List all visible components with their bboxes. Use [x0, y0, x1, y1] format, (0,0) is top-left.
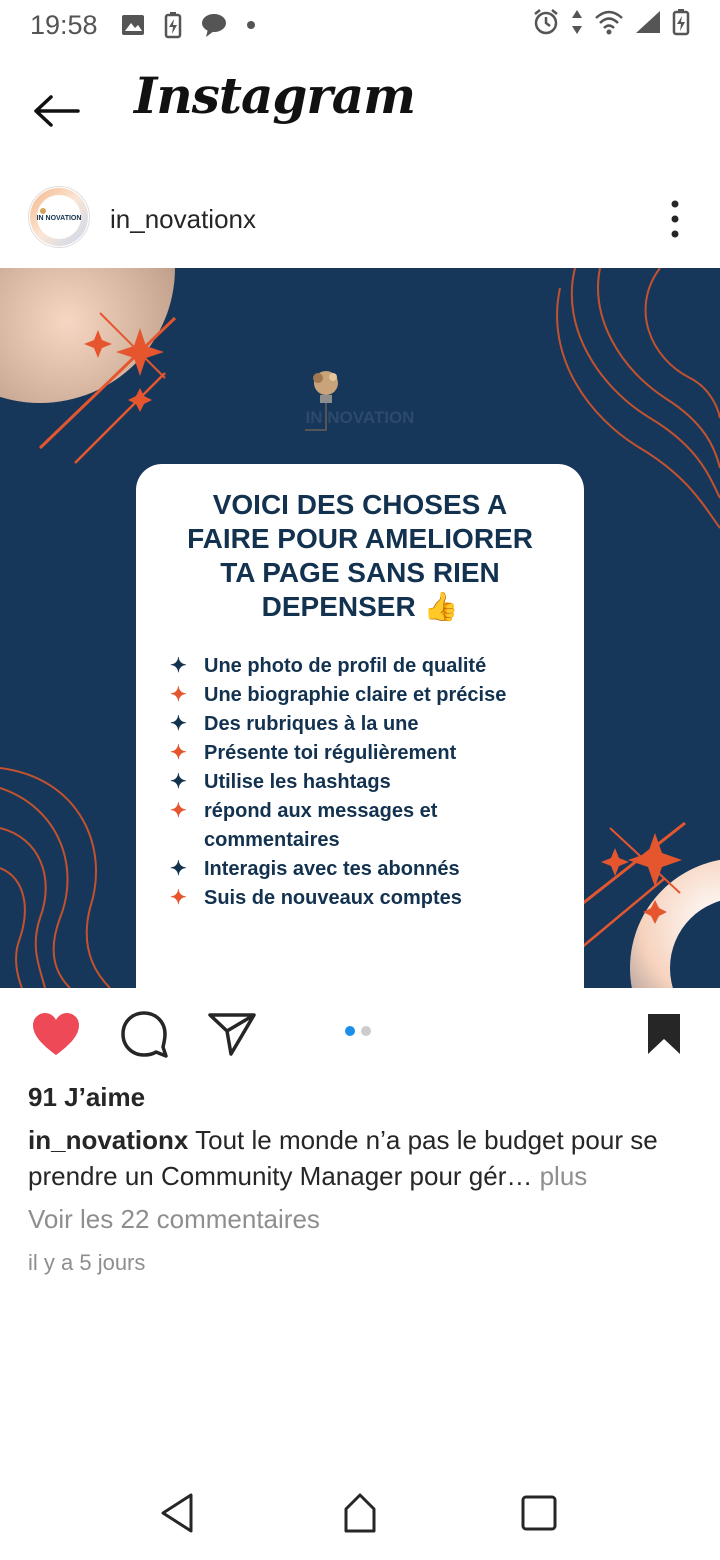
back-arrow-icon: [34, 95, 80, 127]
alarm-icon: [532, 8, 560, 43]
avatar[interactable]: IN NOVATION: [28, 186, 90, 248]
sparkle-icon: ✦: [170, 858, 187, 880]
status-bar: 19:58: [0, 0, 720, 50]
image-icon: [120, 12, 146, 38]
tips-list: ✦ Une photo de profil de qualité ✦ Une bio…: [156, 652, 564, 913]
brand-logo-text: IN NOVATION: [306, 408, 415, 427]
list-item: ✦ Une biographie claire et précise: [170, 681, 564, 710]
dot-icon: [246, 20, 256, 30]
system-nav-bar: [0, 1470, 720, 1560]
sparkle-icon: ✦: [170, 655, 187, 677]
home-icon: [344, 1493, 376, 1533]
comment-bubble-icon: [121, 1011, 168, 1058]
sparkle-icon: ✦: [170, 771, 187, 793]
nav-back-button[interactable]: [152, 1488, 202, 1538]
caption-username[interactable]: in_novationx: [28, 1125, 188, 1155]
post-timestamp: il y a 5 jours: [28, 1250, 146, 1275]
sparkle-icon: ✦: [170, 742, 187, 764]
paper-plane-icon: [208, 1013, 256, 1056]
battery-icon: [672, 8, 690, 43]
view-comments-link[interactable]: Voir les 22 commentaires: [28, 1204, 320, 1235]
wifi-icon: [594, 9, 624, 42]
decor-curves-bottom: [0, 767, 111, 988]
caption-more-link[interactable]: plus: [532, 1161, 588, 1191]
save-button[interactable]: [638, 1008, 690, 1060]
back-button[interactable]: [28, 86, 84, 136]
decor-sphere-top: [0, 268, 175, 403]
list-item: ✦ Présente toi régulièrement: [170, 739, 564, 768]
status-time: 19:58: [30, 9, 98, 40]
share-button[interactable]: [206, 1008, 258, 1060]
list-item: ✦ Des rubriques à la une: [170, 710, 564, 739]
sparkle-icon: ✦: [170, 887, 187, 909]
chat-bubble-icon: [200, 12, 228, 38]
list-item: ✦ répond aux messages et commentaires: [170, 797, 564, 855]
post-caption: in_novationx Tout le monde n’a pas le bu…: [28, 1122, 698, 1194]
post-action-bar: [0, 988, 720, 1080]
heart-icon: [33, 1013, 79, 1055]
like-button[interactable]: [30, 1008, 82, 1060]
instagram-logo: Instagram: [134, 66, 416, 125]
app-header: Instagram: [0, 50, 720, 170]
carousel-dot-active: [345, 1026, 355, 1036]
more-options-button[interactable]: [660, 196, 690, 242]
nav-recents-button[interactable]: [514, 1488, 564, 1538]
nav-home-button[interactable]: [335, 1488, 385, 1538]
comment-button[interactable]: [118, 1008, 170, 1060]
carousel-dot: [361, 1026, 371, 1036]
bookmark-filled-icon: [648, 1014, 680, 1054]
sparkle-icon: ✦: [170, 684, 187, 706]
recents-icon: [521, 1495, 557, 1531]
post-header: IN NOVATION in_novationx: [0, 180, 720, 260]
post-image[interactable]: IN NOVATION VOICI DES CHOSES A FAIRE POU…: [0, 268, 720, 988]
sparkle-icon: ✦: [170, 800, 187, 822]
card-title: VOICI DES CHOSES A FAIRE POUR AMELIORER …: [187, 489, 533, 622]
list-item: ✦ Suis de nouveaux comptes: [170, 884, 564, 913]
signal-icon: [634, 9, 662, 42]
sparkle-icon: ✦: [170, 713, 187, 735]
post-username[interactable]: in_novationx: [110, 204, 256, 235]
more-vertical-icon: [671, 200, 679, 238]
back-triangle-icon: [161, 1493, 193, 1533]
likes-count[interactable]: 91 J’aime: [28, 1082, 145, 1113]
avatar-text: IN NOVATION: [37, 215, 82, 222]
carousel-indicator: [345, 1026, 371, 1036]
data-arrows-icon: [570, 8, 584, 43]
list-item: ✦ Une photo de profil de qualité: [170, 652, 564, 681]
tips-card: VOICI DES CHOSES A FAIRE POUR AMELIORER …: [136, 464, 584, 988]
battery-saver-icon: [164, 11, 182, 39]
list-item: ✦ Interagis avec tes abonnés: [170, 855, 564, 884]
list-item: ✦ Utilise les hashtags: [170, 768, 564, 797]
